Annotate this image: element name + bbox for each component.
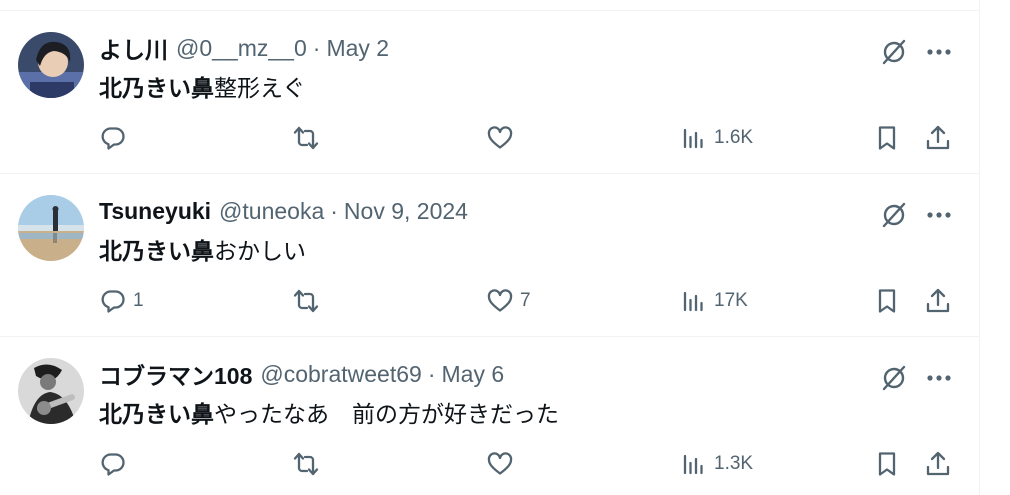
reply-button[interactable] [99, 121, 133, 155]
views-button[interactable]: 1.6K [680, 121, 753, 155]
more-icon [927, 375, 951, 381]
reply-count: 1 [133, 290, 144, 311]
author-name[interactable]: Tsuneyuki [99, 198, 211, 225]
tweet-text-highlight: 北乃きい鼻 [99, 75, 214, 101]
repost-icon [293, 289, 319, 313]
share-button[interactable] [924, 447, 952, 481]
tweet-date[interactable]: May 2 [326, 35, 389, 62]
author-name[interactable]: よし川 [99, 31, 168, 65]
grok-button[interactable] [877, 198, 911, 232]
more-button[interactable] [922, 35, 956, 69]
share-icon [926, 125, 950, 150]
like-icon [487, 289, 513, 312]
tweet[interactable]: よし川 @0__mz__0 · May 2 北乃きい鼻整形えぐ 1.6K [0, 11, 980, 174]
grok-button[interactable] [877, 35, 911, 69]
bookmark-button[interactable] [873, 121, 901, 155]
repost-button[interactable] [292, 284, 326, 318]
views-icon [683, 128, 703, 149]
tweet-text-rest: 整形えぐ [214, 75, 306, 101]
tweet-actions: 1.3K [0, 447, 980, 481]
author-handle[interactable]: @cobratweet69 [260, 361, 421, 388]
bookmark-icon [878, 126, 896, 150]
tweet-date[interactable]: May 6 [442, 361, 505, 388]
like-count: 7 [520, 290, 531, 311]
like-icon [487, 452, 513, 475]
grok-icon [882, 365, 906, 391]
tweet-text-rest: おかしい [214, 238, 306, 264]
views-icon [683, 454, 703, 475]
separator: · [312, 34, 321, 61]
share-icon [926, 451, 950, 476]
reply-button[interactable] [99, 447, 133, 481]
tweet-date[interactable]: Nov 9, 2024 [344, 198, 468, 225]
bookmark-icon [878, 289, 896, 313]
avatar[interactable] [18, 195, 84, 261]
grok-icon [882, 202, 906, 228]
author-handle[interactable]: @0__mz__0 [176, 35, 307, 62]
like-button[interactable] [486, 447, 520, 481]
more-button[interactable] [922, 198, 956, 232]
more-button[interactable] [922, 361, 956, 395]
avatar-image [18, 195, 84, 261]
like-button[interactable]: 7 [486, 284, 531, 318]
avatar[interactable] [18, 32, 84, 98]
avatar-image [18, 32, 84, 98]
views-count: 1.3K [714, 453, 754, 474]
more-icon [927, 212, 951, 218]
tweet-text: 北乃きい鼻整形えぐ [99, 69, 305, 103]
tweet[interactable]: Tsuneyuki @tuneoka · Nov 9, 2024 北乃きい鼻おか… [0, 174, 980, 337]
timeline-feed: よし川 @0__mz__0 · May 2 北乃きい鼻整形えぐ 1.6K Tsu… [0, 0, 980, 495]
separator: · [427, 360, 436, 387]
avatar[interactable] [18, 358, 84, 424]
bookmark-button[interactable] [873, 284, 901, 318]
repost-button[interactable] [292, 447, 326, 481]
repost-button[interactable] [292, 121, 326, 155]
views-button[interactable]: 17K [680, 284, 748, 318]
author-name[interactable]: コブラマン108 [99, 357, 252, 391]
repost-icon [293, 126, 319, 150]
tweet-header: コブラマン108 @cobratweet69 · May 6 [99, 357, 505, 391]
tweet-text-highlight: 北乃きい鼻 [99, 401, 214, 427]
tweet-text-rest: やったなあ 前の方が好きだった [214, 401, 559, 427]
author-handle[interactable]: @tuneoka [219, 198, 324, 225]
tweet-actions: 1.6K [0, 121, 980, 155]
like-icon [487, 126, 513, 149]
tweet-text: 北乃きい鼻おかしい [99, 232, 306, 266]
tweet-header: よし川 @0__mz__0 · May 2 [99, 31, 389, 65]
reply-icon [101, 290, 125, 313]
grok-button[interactable] [877, 361, 911, 395]
tweet-text-highlight: 北乃きい鼻 [99, 238, 214, 264]
repost-icon [293, 452, 319, 476]
tweet-text: 北乃きい鼻やったなあ 前の方が好きだった [99, 395, 559, 429]
bookmark-button[interactable] [873, 447, 901, 481]
bookmark-icon [878, 452, 896, 476]
share-button[interactable] [924, 284, 952, 318]
tweet-actions: 1 7 17K [0, 284, 980, 318]
reply-icon [101, 453, 125, 476]
views-icon [683, 291, 703, 312]
tweet-header: Tsuneyuki @tuneoka · Nov 9, 2024 [99, 196, 468, 226]
reply-button[interactable]: 1 [99, 284, 144, 318]
views-count: 1.6K [714, 127, 754, 148]
reply-icon [101, 127, 125, 150]
tweet[interactable]: コブラマン108 @cobratweet69 · May 6 北乃きい鼻やったな… [0, 337, 980, 495]
views-button[interactable]: 1.3K [680, 447, 753, 481]
grok-icon [882, 39, 906, 65]
like-button[interactable] [486, 121, 520, 155]
share-button[interactable] [924, 121, 952, 155]
share-icon [926, 288, 950, 313]
separator: · [330, 197, 338, 224]
avatar-image [18, 358, 84, 424]
views-count: 17K [714, 290, 748, 311]
more-icon [927, 49, 951, 55]
